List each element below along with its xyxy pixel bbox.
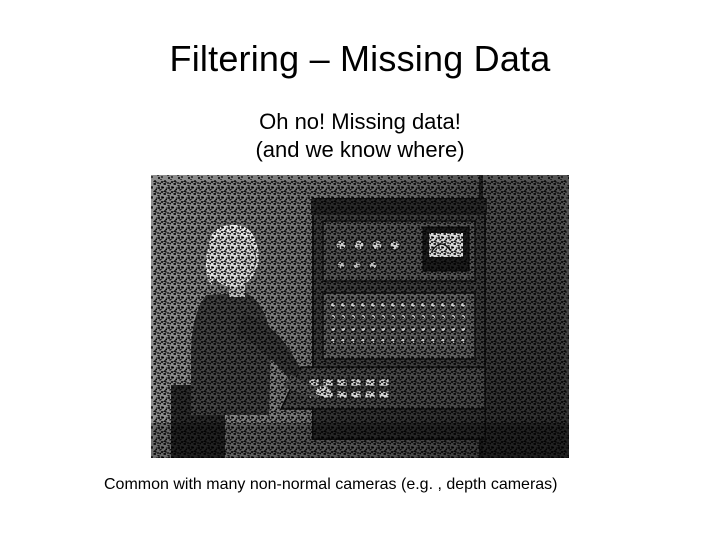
slide: Filtering – Missing Data Oh no! Missing … (0, 0, 720, 540)
subtitle-line-2: (and we know where) (255, 137, 464, 162)
slide-title: Filtering – Missing Data (0, 38, 720, 80)
slide-image (151, 175, 569, 458)
slide-subtitle: Oh no! Missing data! (and we know where) (0, 108, 720, 163)
subtitle-line-1: Oh no! Missing data! (259, 109, 461, 134)
slide-caption: Common with many non-normal cameras (e.g… (0, 476, 720, 494)
